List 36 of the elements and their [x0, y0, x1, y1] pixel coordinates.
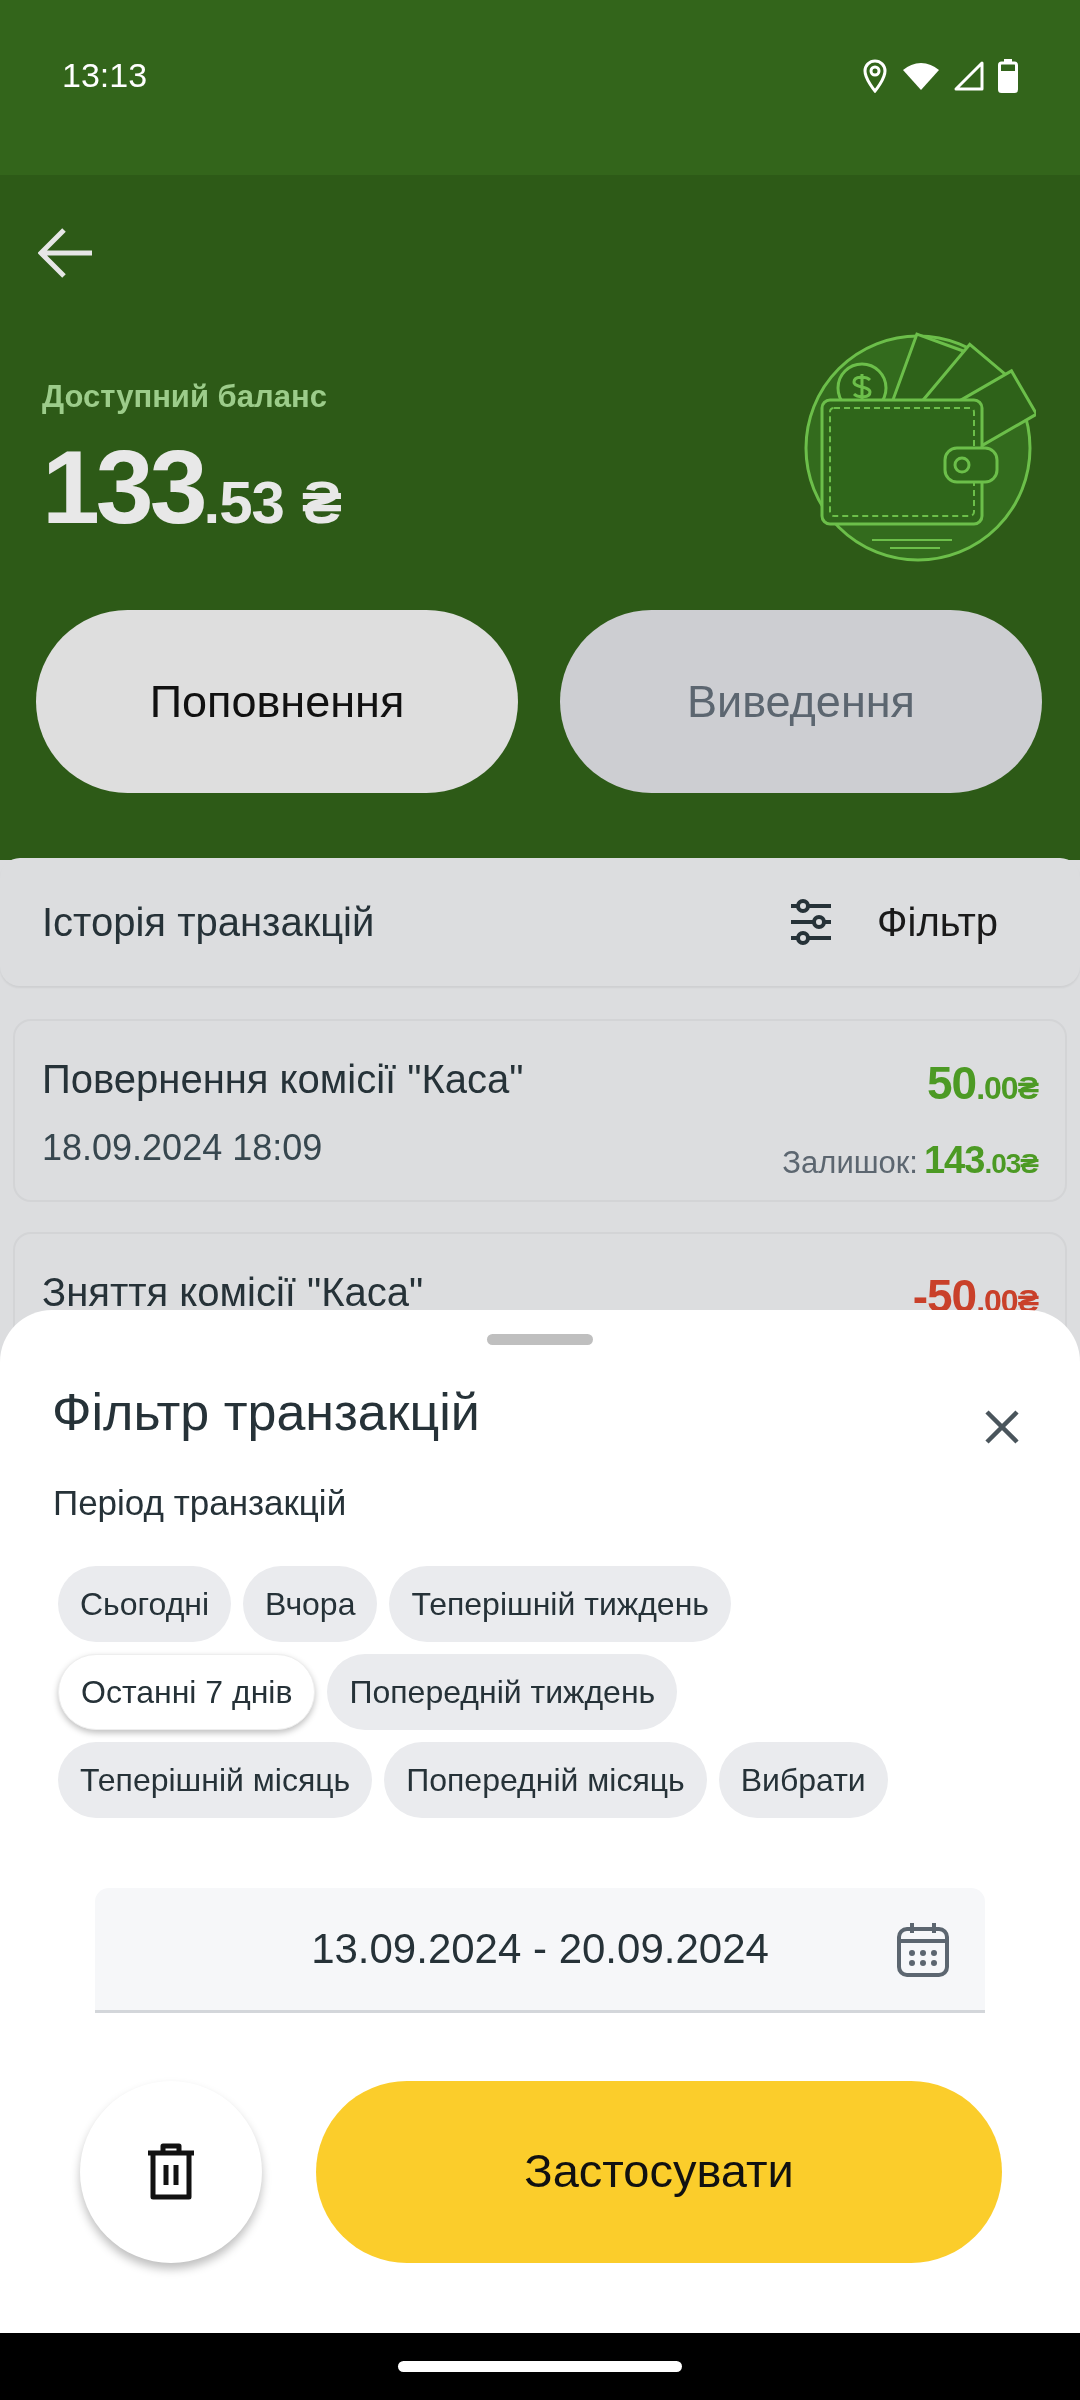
- status-time: 13:13: [62, 55, 148, 96]
- action-button[interactable]: Поповнення: [36, 610, 518, 793]
- location-icon: [862, 58, 888, 93]
- close-icon[interactable]: [984, 1409, 1020, 1445]
- period-label: Період транзакцій: [52, 1482, 348, 1524]
- history-title: Історія транзакцій: [42, 899, 375, 946]
- period-chip[interactable]: Останні 7 днів: [58, 1653, 316, 1730]
- wifi-icon: [902, 60, 940, 91]
- amount-text: 50.00₴: [927, 1056, 1038, 1111]
- period-chip[interactable]: Сьогодні: [58, 1565, 232, 1642]
- transaction-title: Зняття комісії "Каса": [42, 1269, 424, 1316]
- signal-icon: [954, 60, 984, 91]
- calendar-icon[interactable]: [897, 1920, 949, 1977]
- trash-icon: [146, 2142, 196, 2201]
- period-chip[interactable]: Вибрати: [718, 1741, 888, 1818]
- transaction-card[interactable]: Повернення комісії "Каса" 18.09.2024 18:09 50.00₴ Залишок:143.03₴: [13, 1019, 1067, 1202]
- period-chip[interactable]: Попередній тиждень: [327, 1653, 678, 1730]
- remainder-label: Залишок:: [782, 1144, 918, 1182]
- period-chip[interactable]: Попередній місяць: [384, 1741, 707, 1818]
- date-range-text: 13.09.2024 - 20.09.2024: [311, 1924, 769, 1974]
- battery-icon: [998, 58, 1018, 93]
- back-arrow-icon[interactable]: [38, 226, 94, 279]
- sliders-icon: [789, 899, 834, 945]
- period-chip[interactable]: Вчора: [243, 1565, 378, 1642]
- date-range-field[interactable]: 13.09.2024 - 20.09.2024: [95, 1887, 985, 2013]
- sheet-title: Фільтр транзакцій: [52, 1382, 480, 1443]
- transaction-title: Повернення комісії "Каса": [42, 1056, 524, 1103]
- transaction-date: 18.09.2024 18:09: [42, 1126, 324, 1170]
- filter-button[interactable]: Фільтр: [789, 892, 1038, 952]
- balance-amount: 133.53 ₴: [42, 434, 338, 539]
- period-chip[interactable]: Теперішній місяць: [58, 1741, 373, 1818]
- amount-text: 143.03₴: [924, 1138, 1038, 1183]
- period-chip[interactable]: Теперішній тиждень: [389, 1565, 731, 1642]
- apply-button[interactable]: Застосувати: [316, 2080, 1002, 2263]
- drag-handle[interactable]: [487, 1334, 593, 1345]
- balance-label: Доступний баланс: [42, 378, 328, 416]
